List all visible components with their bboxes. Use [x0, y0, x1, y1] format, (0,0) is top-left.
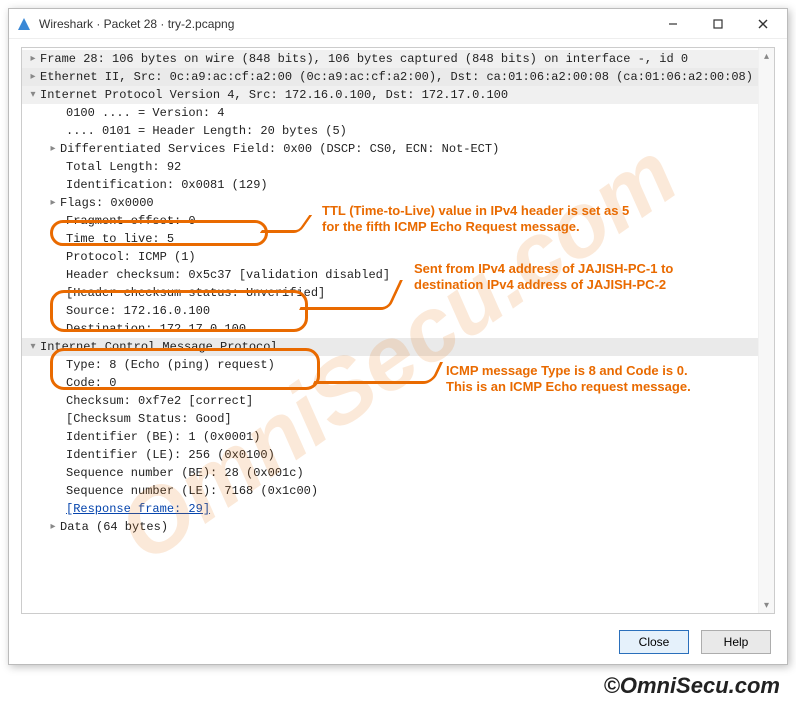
- wireshark-packet-window: Wireshark · Packet 28 · try-2.pcapng ▸ F…: [8, 8, 788, 665]
- collapse-icon[interactable]: ▾: [26, 338, 40, 356]
- scroll-down-icon[interactable]: ▾: [759, 597, 774, 613]
- ipv4-version[interactable]: 0100 .... = Version: 4: [22, 104, 774, 122]
- ipv4-flags[interactable]: ▸Flags: 0x0000: [22, 194, 774, 212]
- ipv4-frag[interactable]: Fragment offset: 0: [22, 212, 774, 230]
- close-window-button[interactable]: [740, 9, 785, 38]
- copyright: ©OmniSecu.com: [604, 673, 780, 699]
- eth-text: Ethernet II, Src: 0c:a9:ac:cf:a2:00 (0c:…: [40, 68, 753, 86]
- button-bar: Close Help: [619, 630, 771, 654]
- icmp-code[interactable]: Code: 0: [22, 374, 774, 392]
- frame-text: Frame 28: 106 bytes on wire (848 bits), …: [40, 50, 688, 68]
- ipv4-src[interactable]: Source: 172.16.0.100: [22, 302, 774, 320]
- scroll-up-icon[interactable]: ▴: [759, 48, 774, 64]
- vertical-scrollbar[interactable]: ▴ ▾: [758, 48, 774, 613]
- close-button[interactable]: Close: [619, 630, 689, 654]
- icmp-chkst[interactable]: [Checksum Status: Good]: [22, 410, 774, 428]
- icmp-seqle[interactable]: Sequence number (LE): 7168 (0x1c00): [22, 482, 774, 500]
- expand-icon[interactable]: ▸: [46, 194, 60, 212]
- expand-icon[interactable]: ▸: [46, 140, 60, 158]
- ipv4-hchk[interactable]: Header checksum: 0x5c37 [validation disa…: [22, 266, 774, 284]
- ipv4-dst[interactable]: Destination: 172.17.0.100: [22, 320, 774, 338]
- icmp-data[interactable]: ▸Data (64 bytes): [22, 518, 774, 536]
- frame-node[interactable]: ▸ Frame 28: 106 bytes on wire (848 bits)…: [22, 50, 774, 68]
- icmp-response-link[interactable]: [Response frame: 29]: [22, 500, 774, 518]
- icmp-node[interactable]: ▾ Internet Control Message Protocol: [22, 338, 774, 356]
- icmp-text: Internet Control Message Protocol: [40, 338, 278, 356]
- ipv4-ttl[interactable]: Time to live: 5: [22, 230, 774, 248]
- wireshark-icon: [17, 16, 33, 32]
- expand-icon[interactable]: ▸: [26, 50, 40, 68]
- maximize-button[interactable]: [695, 9, 740, 38]
- ipv4-ident[interactable]: Identification: 0x0081 (129): [22, 176, 774, 194]
- ipv4-dsf[interactable]: ▸Differentiated Services Field: 0x00 (DS…: [22, 140, 774, 158]
- window-title: Wireshark · Packet 28 · try-2.pcapng: [39, 17, 650, 31]
- minimize-button[interactable]: [650, 9, 695, 38]
- expand-icon[interactable]: ▸: [46, 518, 60, 536]
- ipv4-node[interactable]: ▾ Internet Protocol Version 4, Src: 172.…: [22, 86, 774, 104]
- titlebar: Wireshark · Packet 28 · try-2.pcapng: [9, 9, 787, 39]
- ipv4-proto[interactable]: Protocol: ICMP (1): [22, 248, 774, 266]
- packet-tree[interactable]: ▸ Frame 28: 106 bytes on wire (848 bits)…: [22, 48, 774, 538]
- packet-tree-panel: ▸ Frame 28: 106 bytes on wire (848 bits)…: [21, 47, 775, 614]
- collapse-icon[interactable]: ▾: [26, 86, 40, 104]
- icmp-idle[interactable]: Identifier (LE): 256 (0x0100): [22, 446, 774, 464]
- icmp-idbe[interactable]: Identifier (BE): 1 (0x0001): [22, 428, 774, 446]
- icmp-seqbe[interactable]: Sequence number (BE): 28 (0x001c): [22, 464, 774, 482]
- ipv4-totlen[interactable]: Total Length: 92: [22, 158, 774, 176]
- help-button[interactable]: Help: [701, 630, 771, 654]
- ethernet-node[interactable]: ▸ Ethernet II, Src: 0c:a9:ac:cf:a2:00 (0…: [22, 68, 774, 86]
- ipv4-text: Internet Protocol Version 4, Src: 172.16…: [40, 86, 508, 104]
- expand-icon[interactable]: ▸: [26, 68, 40, 86]
- icmp-type[interactable]: Type: 8 (Echo (ping) request): [22, 356, 774, 374]
- ipv4-hdrlen[interactable]: .... 0101 = Header Length: 20 bytes (5): [22, 122, 774, 140]
- icmp-chk[interactable]: Checksum: 0xf7e2 [correct]: [22, 392, 774, 410]
- ipv4-hchkst[interactable]: [Header checksum status: Unverified]: [22, 284, 774, 302]
- window-controls: [650, 9, 785, 38]
